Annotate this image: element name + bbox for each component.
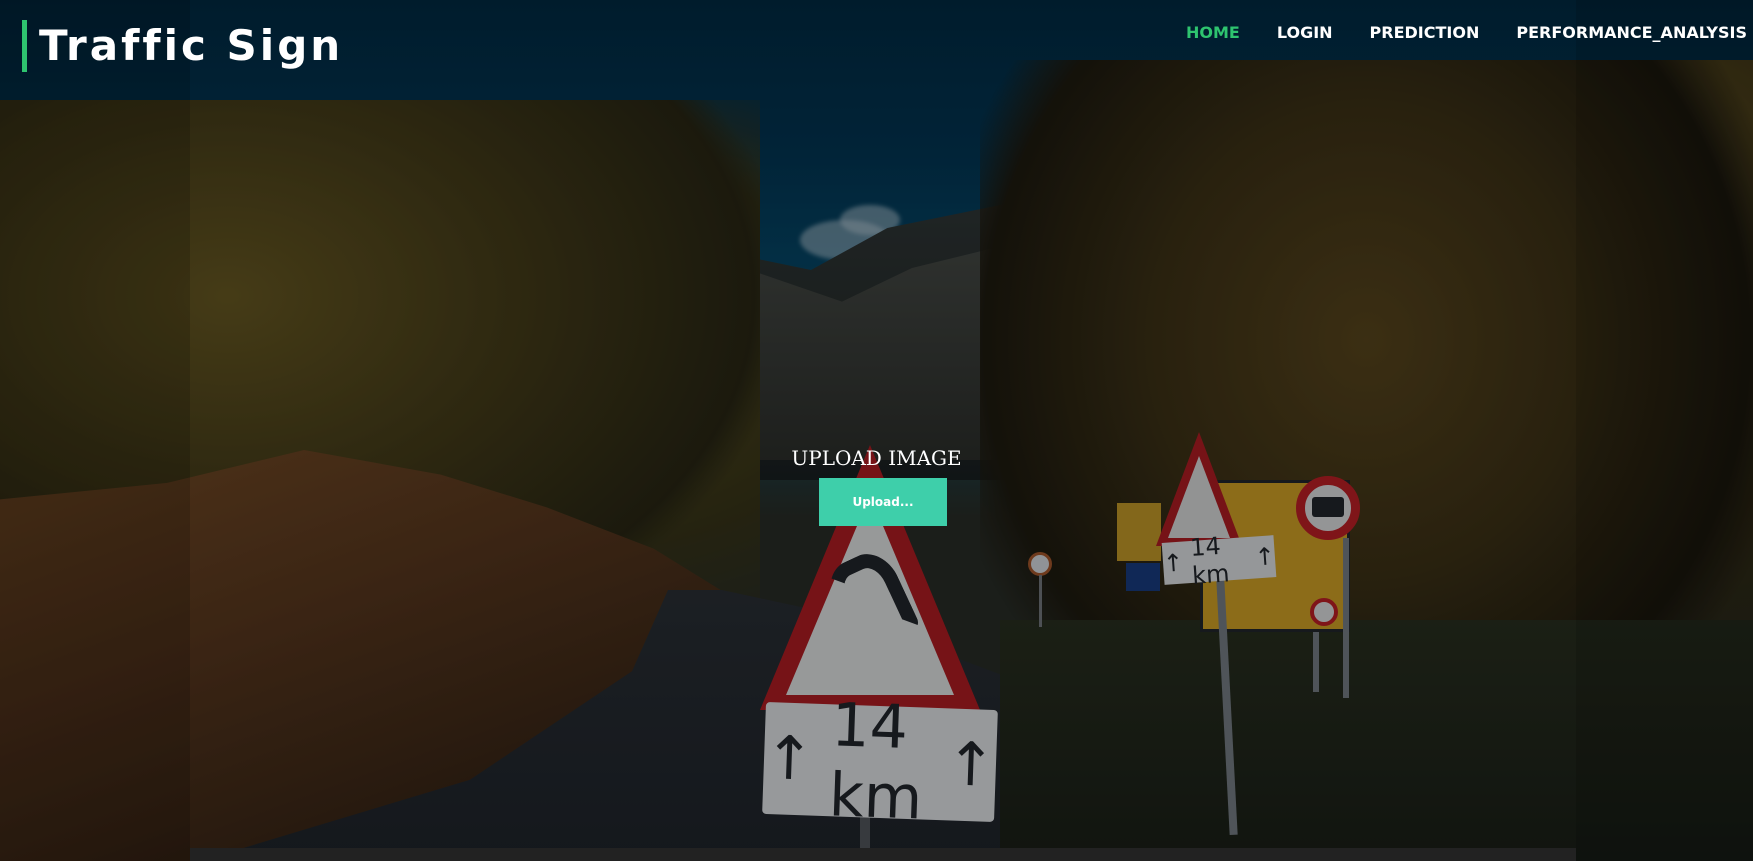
nav-home[interactable]: HOME [1186, 22, 1240, 44]
nav-prediction[interactable]: PREDICTION [1370, 22, 1480, 44]
nav-performance-analysis[interactable]: PERFORMANCE_ANALYSIS [1516, 22, 1747, 44]
panel-edge-left [0, 0, 190, 861]
background-scene: ↑ 14 km ↑ ↑ 14 km ↑ [0, 0, 1753, 861]
panel-edge-right [1576, 0, 1753, 861]
bottom-bar [190, 848, 1576, 861]
upload-title: UPLOAD IMAGE [791, 446, 962, 470]
nav-login[interactable]: LOGIN [1277, 22, 1333, 44]
main-nav: HOME LOGIN PREDICTION PERFORMANCE_ANALYS… [1186, 22, 1747, 44]
upload-button[interactable]: Upload... [819, 478, 947, 526]
site-logo[interactable]: Traffic Sign [22, 20, 343, 72]
dim-overlay [0, 0, 1753, 861]
